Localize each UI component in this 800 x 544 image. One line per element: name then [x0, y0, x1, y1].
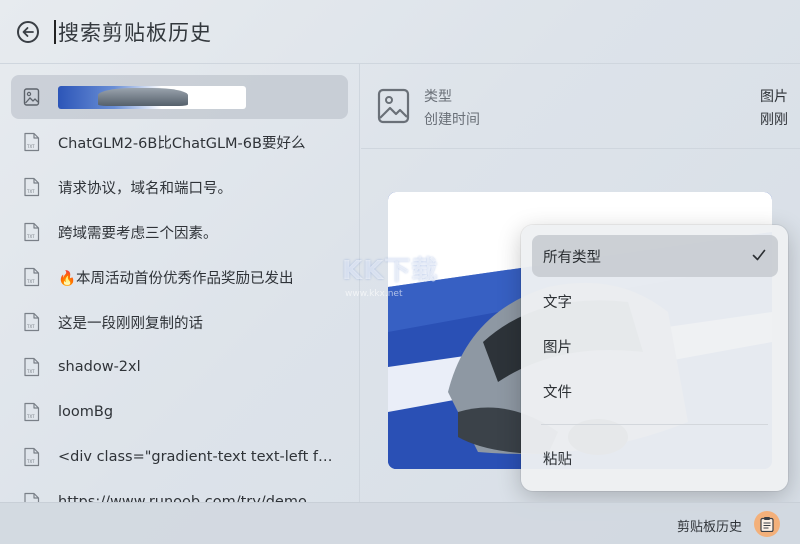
list-item[interactable]: TXT loomBg — [11, 390, 348, 434]
search-text: 搜索剪贴板历史 — [58, 21, 212, 45]
search-input[interactable]: 搜索剪贴板历史 — [54, 16, 212, 48]
image-file-icon — [23, 88, 40, 106]
type-filter-menu[interactable]: 所有类型 文字 图片 文件 粘贴 — [521, 225, 788, 491]
created-label: 创建时间 — [424, 112, 480, 128]
list-item[interactable]: TXT 这是一段刚刚复制的话 — [11, 300, 348, 344]
list-item-text: shadow-2xl — [58, 359, 141, 375]
svg-text:TXT: TXT — [26, 279, 35, 284]
text-file-icon: TXT — [24, 402, 40, 422]
clipboard-list[interactable]: TXT ChatGLM2-6B比ChatGLM-6B要好么 TXT 请求协议，域… — [0, 64, 360, 502]
header: 搜索剪贴板历史 — [0, 0, 800, 64]
list-item[interactable]: TXT ChatGLM2-6B比ChatGLM-6B要好么 — [11, 120, 348, 164]
list-item[interactable]: TXT 请求协议，域名和端口号。 — [11, 165, 348, 209]
menu-item-all-types[interactable]: 所有类型 — [532, 235, 778, 277]
list-item-text: 这是一段刚刚复制的话 — [58, 315, 203, 332]
list-item-text: <div class="gradient-text text-left font… — [58, 449, 333, 465]
menu-divider — [541, 424, 768, 425]
svg-text:TXT: TXT — [26, 459, 35, 464]
menu-item-label: 文字 — [543, 294, 572, 311]
menu-item-paste[interactable]: 粘贴 — [532, 437, 778, 479]
footer-label: 剪贴板历史 — [676, 520, 742, 535]
type-value: 图片 — [760, 89, 788, 105]
menu-item-label: 粘贴 — [543, 451, 572, 468]
detail-header: 类型 创建时间 图片 刚刚 — [361, 64, 800, 149]
menu-item-text[interactable]: 文字 — [532, 280, 778, 322]
arrow-left-icon — [22, 27, 34, 37]
list-item-text: https://www.runoob.com/try/demo_sour — [58, 494, 333, 502]
created-value: 刚刚 — [760, 112, 788, 128]
svg-text:TXT: TXT — [26, 189, 35, 194]
list-item-text: 跨域需要考虑三个因素。 — [58, 225, 218, 242]
text-file-icon: TXT — [24, 222, 40, 242]
text-caret — [54, 20, 56, 44]
list-item[interactable]: TXT https://www.runoob.com/try/demo_sour — [11, 480, 348, 502]
clipboard-button[interactable] — [754, 511, 780, 537]
text-file-icon: TXT — [24, 132, 40, 152]
clipboard-window: 搜索剪贴板历史 TXT ChatGLM2-6B比ChatGLM-6B要好么 TX… — [0, 0, 800, 544]
svg-text:TXT: TXT — [26, 414, 35, 419]
clipboard-icon — [760, 517, 774, 532]
list-item[interactable] — [11, 75, 348, 119]
type-label: 类型 — [424, 89, 452, 105]
checkmark-icon — [752, 249, 766, 261]
list-item[interactable]: TXT 🔥本周活动首份优秀作品奖励已发出 — [11, 255, 348, 299]
text-file-icon: TXT — [24, 447, 40, 467]
text-file-icon: TXT — [24, 267, 40, 287]
menu-item-file[interactable]: 文件 — [532, 370, 778, 412]
image-icon — [377, 88, 410, 124]
text-file-icon: TXT — [24, 177, 40, 197]
list-item-text: ChatGLM2-6B比ChatGLM-6B要好么 — [58, 135, 306, 152]
menu-item-label: 图片 — [543, 339, 572, 356]
list-item-text: 请求协议，域名和端口号。 — [58, 180, 232, 197]
list-item[interactable]: TXT shadow-2xl — [11, 345, 348, 389]
list-item[interactable]: TXT 跨域需要考虑三个因素。 — [11, 210, 348, 254]
text-file-icon: TXT — [24, 357, 40, 377]
watermark-logo: KK下载 — [342, 256, 439, 286]
image-thumbnail — [58, 85, 246, 109]
svg-text:TXT: TXT — [26, 369, 35, 374]
back-button[interactable] — [17, 21, 39, 43]
menu-item-label: 所有类型 — [543, 249, 601, 266]
svg-text:TXT: TXT — [26, 324, 35, 329]
text-file-icon: TXT — [24, 312, 40, 332]
list-item[interactable]: TXT <div class="gradient-text text-left … — [11, 435, 348, 479]
svg-text:TXT: TXT — [26, 144, 35, 149]
list-item-text: loomBg — [58, 404, 114, 420]
watermark-url: www.kkx.net — [345, 289, 403, 299]
footer-bar: 剪贴板历史 — [0, 502, 800, 544]
list-item-text: 🔥本周活动首份优秀作品奖励已发出 — [58, 270, 294, 287]
text-file-icon: TXT — [24, 492, 40, 502]
menu-item-image[interactable]: 图片 — [532, 325, 778, 367]
svg-text:TXT: TXT — [26, 234, 35, 239]
menu-item-label: 文件 — [543, 384, 572, 401]
